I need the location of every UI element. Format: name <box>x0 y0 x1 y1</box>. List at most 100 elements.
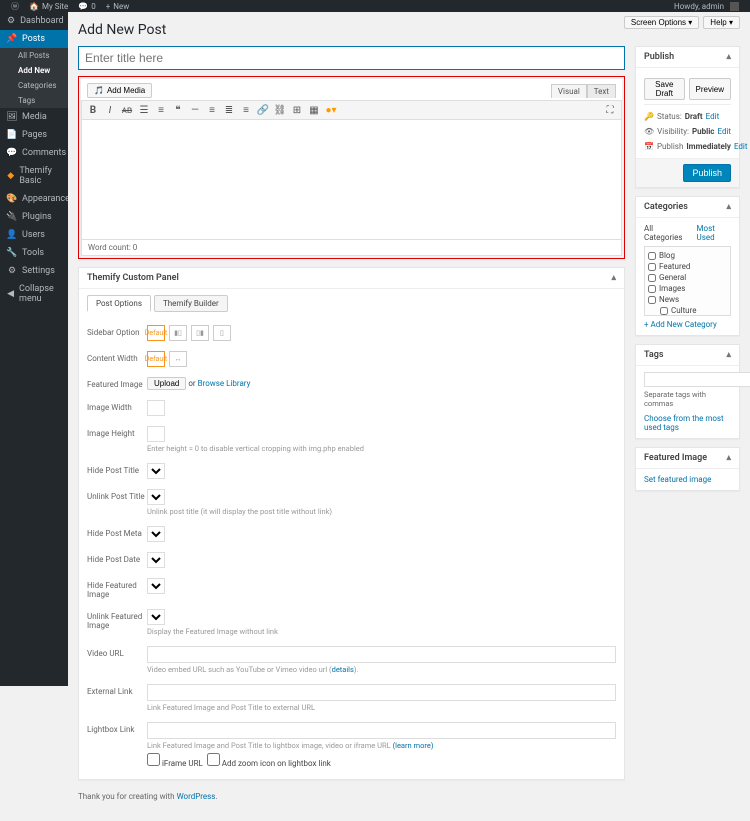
screen-options-button[interactable]: Screen Options ▾ <box>624 16 699 29</box>
tab-themify-builder[interactable]: Themify Builder <box>154 295 228 312</box>
category-item[interactable]: General <box>648 272 727 283</box>
ol-button[interactable]: ≡ <box>155 104 167 116</box>
help-button[interactable]: Help ▾ <box>703 16 740 29</box>
save-draft-button[interactable]: Save Draft <box>644 78 685 100</box>
add-media-button[interactable]: 🎵Add Media <box>87 83 152 98</box>
align-right-button[interactable]: ≡ <box>240 104 252 116</box>
category-checkbox[interactable] <box>648 274 656 282</box>
menu-pages[interactable]: 📄Pages <box>0 126 68 144</box>
category-item[interactable]: Images <box>648 283 727 294</box>
category-checkbox[interactable] <box>660 307 668 315</box>
menu-tools[interactable]: 🔧Tools <box>0 244 68 262</box>
lightbox-link-input[interactable] <box>147 722 616 739</box>
menu-themify-basic[interactable]: ◆Themify Basic <box>0 162 68 190</box>
category-checkbox[interactable] <box>648 296 656 304</box>
width-opt-default[interactable]: Default <box>147 351 165 367</box>
category-item[interactable]: News <box>648 294 727 305</box>
quote-button[interactable]: ❝ <box>172 104 184 116</box>
strike-button[interactable]: ᴀʙ <box>121 104 133 116</box>
edit-visibility-link[interactable]: Edit <box>717 127 731 136</box>
menu-comments[interactable]: 💬Comments <box>0 144 68 162</box>
browse-library-link[interactable]: Browse Library <box>198 379 251 388</box>
preview-button[interactable]: Preview <box>689 78 731 100</box>
toggle-icon[interactable]: ▴ <box>611 273 616 283</box>
sidebar-opt-left[interactable]: ▮▯ <box>169 325 187 341</box>
cb-zoom-label[interactable]: Add zoom icon on lightbox link <box>207 759 331 768</box>
toolbar-toggle-button[interactable]: ▦ <box>308 104 320 116</box>
comments-link[interactable]: 💬0 <box>73 2 100 11</box>
menu-appearance[interactable]: 🎨Appearance <box>0 190 68 208</box>
link-button[interactable]: 🔗 <box>257 104 269 116</box>
toggle-icon[interactable]: ▴ <box>726 453 731 463</box>
wp-logo[interactable]: ⓦ <box>6 1 24 12</box>
unlink-button[interactable]: ⛓ <box>274 104 286 116</box>
edit-publish-link[interactable]: Edit <box>734 142 748 151</box>
fullscreen-button[interactable]: ⛶ <box>604 104 616 116</box>
wordpress-link[interactable]: WordPress <box>177 792 216 801</box>
hide-meta-select[interactable] <box>147 526 165 542</box>
category-item[interactable]: Culture <box>648 305 727 316</box>
hr-button[interactable]: — <box>189 104 201 116</box>
editor-body[interactable] <box>81 120 622 240</box>
ul-button[interactable]: ☰ <box>138 104 150 116</box>
publish-button[interactable]: Publish <box>683 164 731 182</box>
new-content[interactable]: +New <box>101 2 135 11</box>
toggle-icon[interactable]: ▴ <box>726 52 731 62</box>
sidebar-opt-default[interactable]: Default <box>147 325 165 341</box>
menu-media[interactable]: 🖼Media <box>0 108 68 126</box>
category-list[interactable]: BlogFeaturedGeneralImagesNewsCultureLife… <box>644 246 731 316</box>
my-account[interactable]: Howdy, admin <box>669 2 744 11</box>
toggle-icon[interactable]: ▴ <box>726 350 731 360</box>
submenu-tags[interactable]: Tags <box>0 93 68 108</box>
submenu-add-new[interactable]: Add New <box>0 63 68 78</box>
sidebar-opt-none[interactable]: ▯ <box>213 325 231 341</box>
tab-visual[interactable]: Visual <box>551 84 587 98</box>
category-checkbox[interactable] <box>648 285 656 293</box>
align-left-button[interactable]: ≡ <box>206 104 218 116</box>
category-item[interactable]: Featured <box>648 261 727 272</box>
post-title-input[interactable] <box>78 46 625 70</box>
menu-posts[interactable]: 📌Posts <box>0 30 68 48</box>
sidebar-opt-right[interactable]: ▯▮ <box>191 325 209 341</box>
choose-tags-link[interactable]: Choose from the most used tags <box>644 414 724 432</box>
menu-dashboard[interactable]: ⚙Dashboard <box>0 12 68 30</box>
tab-post-options[interactable]: Post Options <box>87 295 151 312</box>
add-category-link[interactable]: + Add New Category <box>644 320 717 329</box>
bold-button[interactable]: B <box>87 104 99 116</box>
unlink-title-select[interactable] <box>147 489 165 505</box>
upload-button[interactable]: Upload <box>147 377 186 390</box>
category-checkbox[interactable] <box>648 263 656 271</box>
toggle-icon[interactable]: ▴ <box>726 202 731 212</box>
tab-all-categories[interactable]: All Categories <box>644 224 689 242</box>
italic-button[interactable]: I <box>104 104 116 116</box>
hide-date-select[interactable] <box>147 552 165 568</box>
menu-settings[interactable]: ⚙Settings <box>0 262 68 280</box>
edit-status-link[interactable]: Edit <box>706 112 720 121</box>
align-center-button[interactable]: ≣ <box>223 104 235 116</box>
image-width-input[interactable] <box>147 400 165 416</box>
hide-fi-select[interactable] <box>147 578 165 594</box>
cb-iframe-label[interactable]: iFrame URL <box>147 759 203 768</box>
category-item[interactable]: Blog <box>648 250 727 261</box>
submenu-categories[interactable]: Categories <box>0 78 68 93</box>
set-featured-image-link[interactable]: Set featured image <box>644 475 711 484</box>
menu-plugins[interactable]: 🔌Plugins <box>0 208 68 226</box>
tab-most-used[interactable]: Most Used <box>697 224 731 242</box>
more-button[interactable]: ⊞ <box>291 104 303 116</box>
external-link-input[interactable] <box>147 684 616 701</box>
video-details-link[interactable]: details <box>332 665 354 674</box>
site-link[interactable]: 🏠My Site <box>24 2 73 11</box>
image-height-input[interactable] <box>147 426 165 442</box>
width-opt-full[interactable]: ↔ <box>169 351 187 367</box>
category-checkbox[interactable] <box>648 252 656 260</box>
hide-title-select[interactable] <box>147 463 165 479</box>
tab-text[interactable]: Text <box>587 84 616 98</box>
color-button[interactable]: ●▾ <box>325 104 337 116</box>
cb-zoom[interactable] <box>207 753 220 766</box>
collapse-menu[interactable]: ◀Collapse menu <box>0 280 68 308</box>
learn-more-link[interactable]: (learn more) <box>393 741 434 750</box>
submenu-all-posts[interactable]: All Posts <box>0 48 68 63</box>
video-url-input[interactable] <box>147 646 616 663</box>
unlink-fi-select[interactable] <box>147 609 165 625</box>
tag-input[interactable] <box>644 372 750 387</box>
